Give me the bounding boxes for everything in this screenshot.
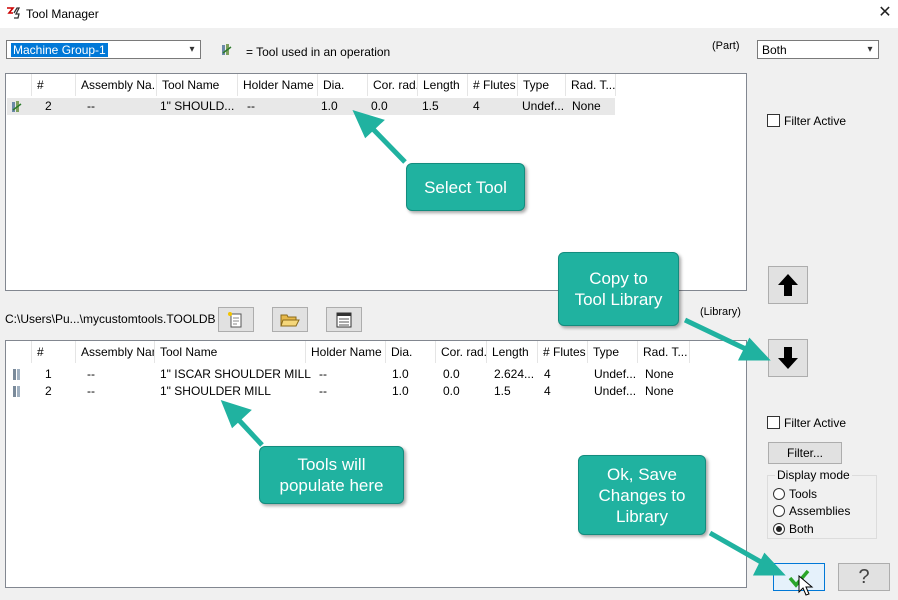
- annotation-arrows: [220, 110, 786, 576]
- callout-tools-populate: Tools will populate here: [259, 446, 404, 504]
- callout-ok-save: Ok, Save Changes to Library: [578, 455, 706, 535]
- callout-copy-to-library: Copy to Tool Library: [558, 252, 679, 326]
- callout-select-tool: Select Tool: [406, 163, 525, 211]
